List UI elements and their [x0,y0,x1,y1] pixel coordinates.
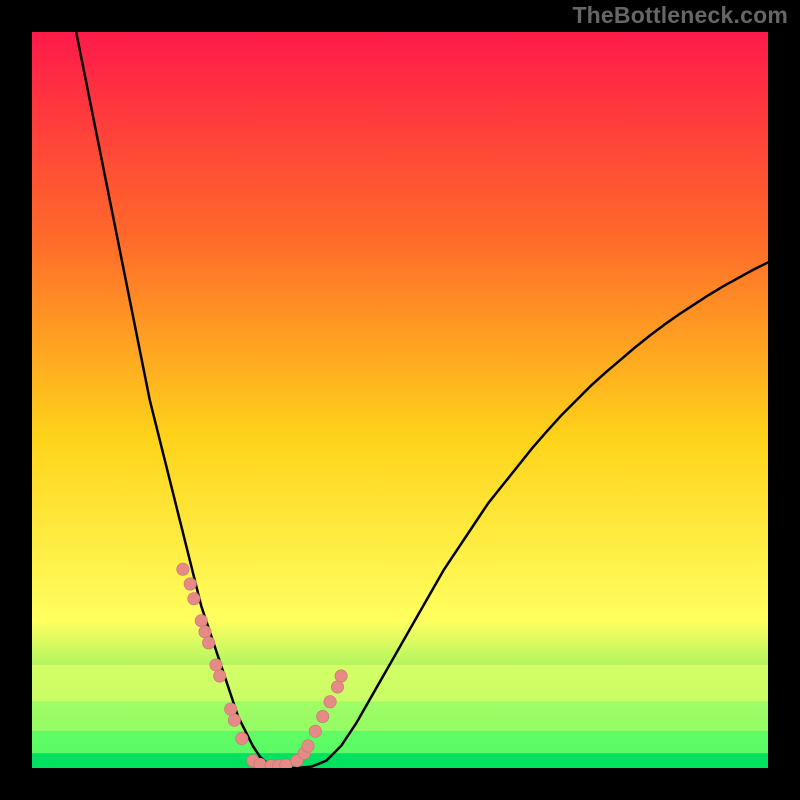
data-point [335,670,347,682]
data-point [184,578,196,590]
data-point [317,710,329,722]
data-point [324,696,336,708]
data-point [228,714,240,726]
data-point [331,681,343,693]
y-band-1 [32,702,768,731]
plot-area [32,32,768,768]
data-point [210,659,222,671]
data-point [213,670,225,682]
data-point [199,626,211,638]
data-point [302,740,314,752]
data-point [236,732,248,744]
data-point [280,759,292,768]
data-point [188,593,200,605]
data-point [177,563,189,575]
watermark-text: TheBottleneck.com [572,2,788,29]
gradient-background [32,32,768,768]
y-band-3 [32,753,768,768]
data-point [195,615,207,627]
chart-container: TheBottleneck.com [0,0,800,800]
data-point [254,758,266,768]
y-band-2 [32,731,768,753]
y-band-0 [32,665,768,702]
data-point [309,725,321,737]
data-point [202,637,214,649]
chart-svg [32,32,768,768]
data-point [225,703,237,715]
